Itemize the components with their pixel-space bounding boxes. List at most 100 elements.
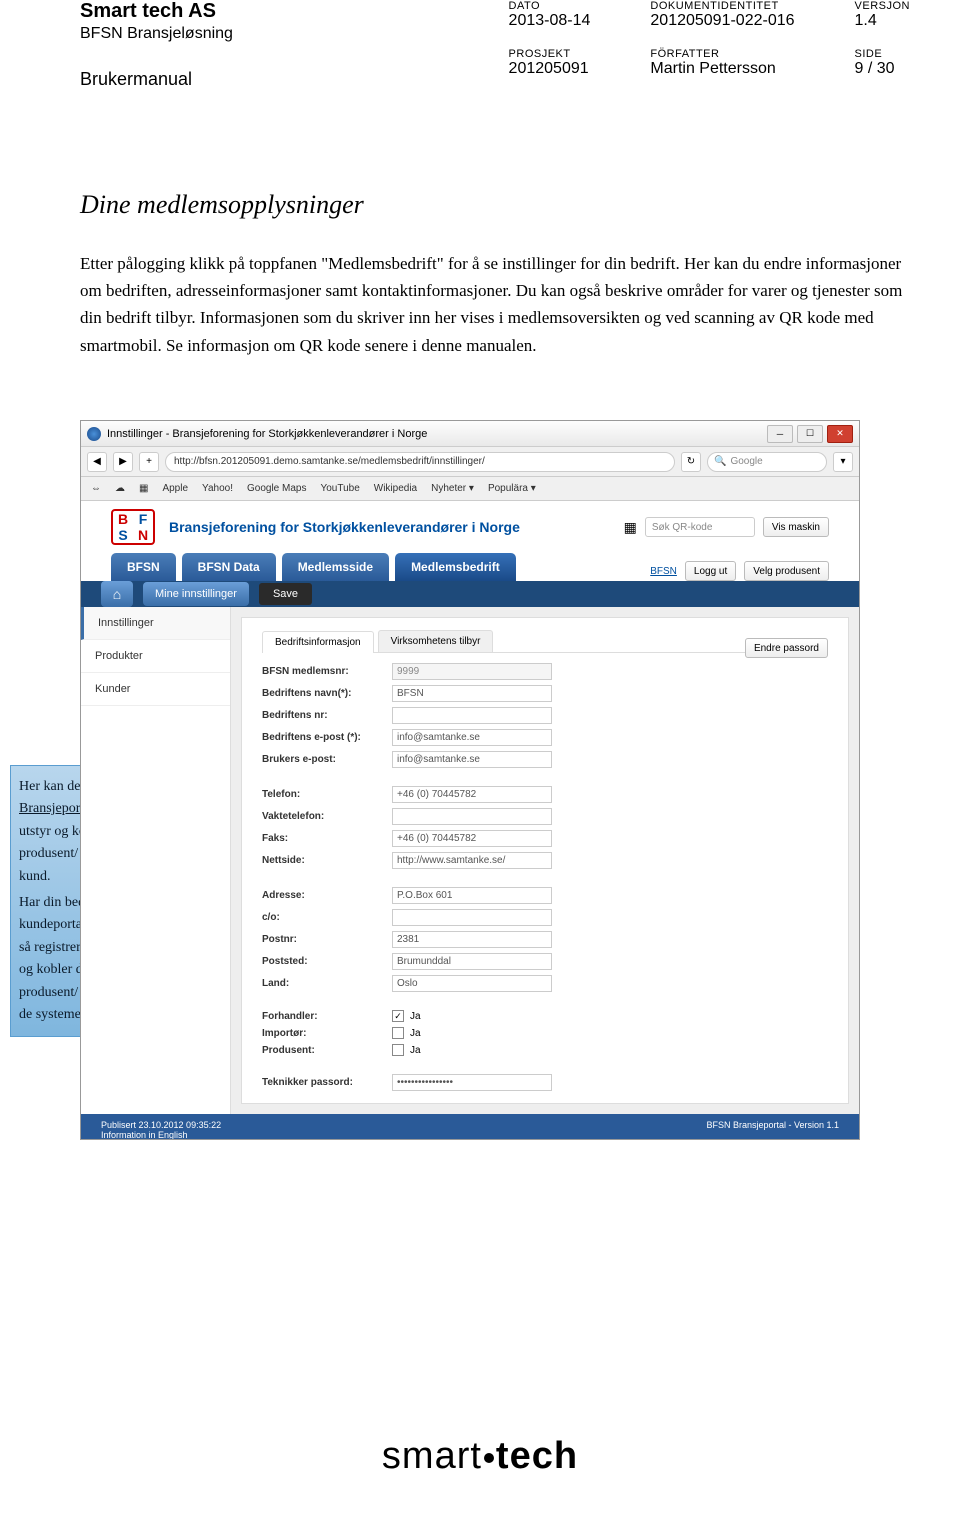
- medlemsnr-label: BFSN medlemsnr:: [262, 666, 382, 677]
- home-button[interactable]: ⌂: [101, 581, 133, 607]
- dot-icon: [484, 1453, 494, 1463]
- tekn-label: Teknikker passord:: [262, 1077, 382, 1088]
- maximize-button[interactable]: ☐: [797, 425, 823, 443]
- bepost-label: Brukers e-post:: [262, 754, 382, 765]
- poststed-input[interactable]: Brumunddal: [392, 953, 552, 970]
- reload-button[interactable]: ↻: [681, 452, 701, 472]
- cloud-icon[interactable]: ☁: [115, 483, 125, 494]
- close-button[interactable]: ✕: [827, 425, 853, 443]
- minimize-button[interactable]: ─: [767, 425, 793, 443]
- bfsn-link[interactable]: BFSN: [650, 566, 677, 577]
- faks-input[interactable]: +46 (0) 70445782: [392, 830, 552, 847]
- forh-label: Forhandler:: [262, 1011, 382, 1022]
- bookmark-item[interactable]: Apple: [162, 483, 188, 494]
- manual-label: Brukermanual: [80, 69, 233, 90]
- window-titlebar: Innstillinger - Bransjeforening for Stor…: [81, 421, 859, 447]
- page-label: SIDE: [855, 48, 910, 60]
- vis-maskin-button[interactable]: Vis maskin: [763, 517, 829, 537]
- bookmark-item[interactable]: YouTube: [320, 483, 359, 494]
- change-password-button[interactable]: Endre passord: [745, 638, 828, 658]
- body-text: Etter pålogging klikk på toppfanen "Medl…: [80, 250, 910, 359]
- qr-icon: ▦: [624, 519, 637, 536]
- sub-nav: ⌂ Mine innstillinger Save: [81, 581, 859, 607]
- footer-version: BFSN Bransjeportal - Version 1.1: [706, 1120, 839, 1140]
- window-title: Innstillinger - Bransjeforening for Stor…: [107, 428, 427, 440]
- co-label: c/o:: [262, 912, 382, 923]
- search-icon: 🔍: [714, 456, 726, 467]
- footer-info-link[interactable]: Information in English: [101, 1130, 221, 1140]
- adr-input[interactable]: P.O.Box 601: [392, 887, 552, 904]
- product-name: BFSN Bransjeløsning: [80, 25, 233, 43]
- version-value: 1.4: [855, 12, 910, 30]
- author-value: Martin Pettersson: [650, 60, 794, 78]
- prosjekt-label: PROSJEKT: [509, 48, 591, 60]
- imp-checkbox[interactable]: [392, 1027, 404, 1039]
- tab-medlemsbedrift[interactable]: Medlemsbedrift: [395, 553, 516, 581]
- co-input[interactable]: [392, 909, 552, 926]
- inner-tab-bedriftsinfo[interactable]: Bedriftsinformasjon: [262, 631, 374, 653]
- bookmark-item[interactable]: Populära ▾: [488, 483, 536, 494]
- browser-search-input[interactable]: 🔍Google: [707, 452, 827, 472]
- tab-bfsn-data[interactable]: BFSN Data: [182, 553, 276, 581]
- reader-icon[interactable]: ⇔: [91, 483, 101, 494]
- nr-input[interactable]: [392, 707, 552, 724]
- logout-button[interactable]: Logg ut: [685, 561, 736, 581]
- nett-label: Nettside:: [262, 855, 382, 866]
- firefox-icon: [87, 427, 101, 441]
- bookmark-item[interactable]: Google Maps: [247, 483, 306, 494]
- bepost-input[interactable]: info@samtanke.se: [392, 751, 552, 768]
- velg-produsent-button[interactable]: Velg produsent: [744, 561, 829, 581]
- add-tab-button[interactable]: +: [139, 452, 159, 472]
- epost-input[interactable]: info@samtanke.se: [392, 729, 552, 746]
- sidebar-item-innstillinger[interactable]: Innstillinger: [81, 607, 230, 640]
- prosjekt-value: 201205091: [509, 60, 591, 78]
- tel-label: Telefon:: [262, 789, 382, 800]
- inner-tab-virksomhet[interactable]: Virksomhetens tilbyr: [378, 630, 494, 652]
- faks-label: Faks:: [262, 833, 382, 844]
- vakt-label: Vaktetelefon:: [262, 811, 382, 822]
- prod-label: Produsent:: [262, 1045, 382, 1056]
- land-input[interactable]: Oslo: [392, 975, 552, 992]
- tel-input[interactable]: +46 (0) 70445782: [392, 786, 552, 803]
- forward-button[interactable]: ▶: [113, 452, 133, 472]
- footer-published: Publisert 23.10.2012 09:35:22: [101, 1120, 221, 1130]
- bookmark-item[interactable]: Yahoo!: [202, 483, 233, 494]
- author-label: FÖRFATTER: [650, 48, 794, 60]
- navn-label: Bedriftens navn(*):: [262, 688, 382, 699]
- site-footer: Publisert 23.10.2012 09:35:22 Informatio…: [81, 1114, 859, 1140]
- nett-input[interactable]: http://www.samtanke.se/: [392, 852, 552, 869]
- site-content: B F S N Bransjeforening for Storkjøkkenl…: [81, 501, 859, 1139]
- dato-label: DATO: [509, 0, 591, 12]
- back-button[interactable]: ◀: [87, 452, 107, 472]
- adr-label: Adresse:: [262, 890, 382, 901]
- content-section: Dine medlemsopplysninger Etter pålogging…: [80, 190, 910, 359]
- qr-search-input[interactable]: Søk QR-kode: [645, 517, 755, 537]
- epost-label: Bedriftens e-post (*):: [262, 732, 382, 743]
- dato-value: 2013-08-14: [509, 12, 591, 30]
- tab-medlemsside[interactable]: Medlemsside: [282, 553, 389, 581]
- version-label: VERSJON: [855, 0, 910, 12]
- tekn-input[interactable]: ••••••••••••••••: [392, 1074, 552, 1091]
- docid-label: DOKUMENTIDENTITET: [650, 0, 794, 12]
- medlemsnr-input[interactable]: 9999: [392, 663, 552, 680]
- page-value: 9 / 30: [855, 60, 910, 78]
- navn-input[interactable]: BFSN: [392, 685, 552, 702]
- address-bar: ◀ ▶ + http://bfsn.201205091.demo.samtank…: [81, 447, 859, 477]
- vakt-input[interactable]: [392, 808, 552, 825]
- nr-label: Bedriftens nr:: [262, 710, 382, 721]
- forh-checkbox[interactable]: ✓: [392, 1010, 404, 1022]
- bookmark-item[interactable]: Nyheter ▾: [431, 483, 474, 494]
- company-name: Smart tech AS: [80, 0, 233, 23]
- grid-icon[interactable]: ▦: [139, 483, 148, 494]
- menu-button[interactable]: ▾: [833, 452, 853, 472]
- save-button[interactable]: Save: [259, 583, 312, 605]
- prod-checkbox[interactable]: [392, 1044, 404, 1056]
- sub-tab-innstillinger[interactable]: Mine innstillinger: [143, 582, 249, 606]
- tab-bfsn[interactable]: BFSN: [111, 553, 176, 581]
- sidebar-item-produkter[interactable]: Produkter: [81, 640, 230, 673]
- browser-screenshot: Innstillinger - Bransjeforening for Stor…: [80, 420, 860, 1140]
- sidebar-item-kunder[interactable]: Kunder: [81, 673, 230, 706]
- url-input[interactable]: http://bfsn.201205091.demo.samtanke.se/m…: [165, 452, 675, 472]
- bookmark-item[interactable]: Wikipedia: [374, 483, 417, 494]
- postnr-input[interactable]: 2381: [392, 931, 552, 948]
